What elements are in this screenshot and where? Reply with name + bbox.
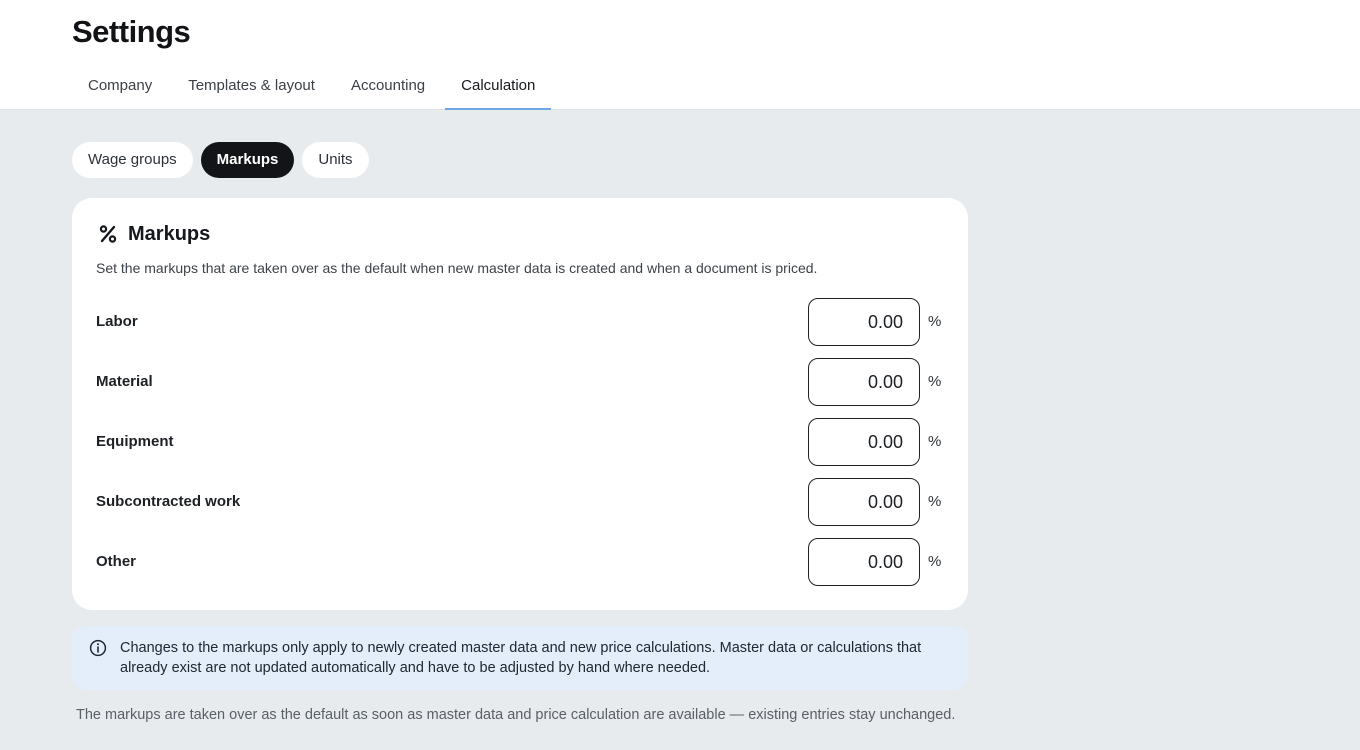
markup-label: Material [96,373,153,390]
calculation-subtabs: Wage groups Markups Units [72,142,377,178]
equipment-markup-input[interactable] [808,418,920,466]
percent-unit: % [928,553,942,570]
subtab-markups[interactable]: Markups [200,142,295,178]
card-header: Markups [96,222,210,246]
material-markup-input[interactable] [808,358,920,406]
percent-unit: % [928,313,942,330]
markup-row-material: Material % [96,358,944,406]
percent-unit: % [928,373,942,390]
card-title: Markups [128,222,211,245]
subtab-units[interactable]: Units [302,142,369,178]
markup-row-other: Other % [96,538,944,586]
tab-templates-layout[interactable]: Templates & layout [172,64,331,110]
settings-tabs: Company Templates & layout Accounting Ca… [72,64,555,110]
tab-accounting[interactable]: Accounting [335,64,441,110]
page-title: Settings [72,14,191,49]
other-markup-input[interactable] [808,538,920,586]
info-banner: Changes to the markups only apply to new… [72,626,968,690]
markup-label: Other [96,553,137,570]
markup-label: Labor [96,313,138,330]
percent-unit: % [928,433,942,450]
markup-label: Equipment [96,433,174,450]
percent-unit: % [928,493,942,510]
footnote: The markups are taken over as the defaul… [76,707,956,723]
markup-row-equipment: Equipment % [96,418,944,466]
markups-card: Markups Set the markups that are taken o… [72,198,968,610]
labor-markup-input[interactable] [808,298,920,346]
info-text: Changes to the markups only apply to new… [120,640,922,676]
page-header: Settings Company Templates & layout Acco… [0,0,1360,110]
card-description: Set the markups that are taken over as t… [96,260,818,276]
tab-company[interactable]: Company [72,64,168,110]
markup-row-labor: Labor % [96,298,944,346]
subtab-wage-groups[interactable]: Wage groups [72,142,193,178]
subcontracted-work-markup-input[interactable] [808,478,920,526]
percent-icon [96,222,120,246]
tab-calculation[interactable]: Calculation [445,64,552,110]
info-icon [89,639,107,657]
markup-label: Subcontracted work [96,493,241,510]
markup-row-subcontracted-work: Subcontracted work % [96,478,944,526]
